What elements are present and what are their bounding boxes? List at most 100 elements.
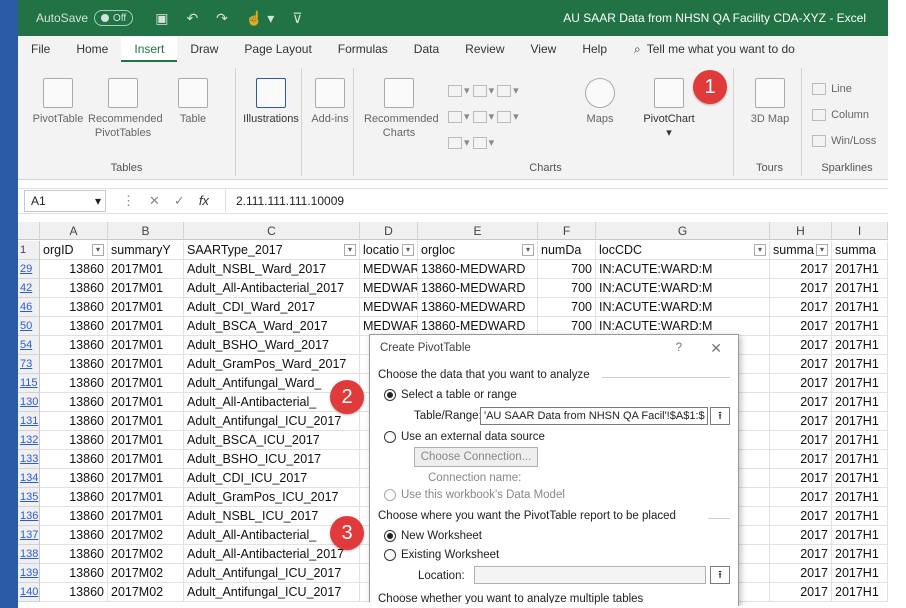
name-box[interactable]: A1 ▾ [24, 190, 106, 212]
maps-button[interactable]: Maps [580, 78, 620, 126]
table-cell[interactable]: 13860-MEDWARD [418, 260, 538, 279]
header-cell[interactable]: SAARType_2017 ▾ [184, 241, 360, 260]
column-header-b[interactable]: B [108, 222, 184, 240]
table-cell[interactable]: IN:ACUTE:WARD:M [596, 260, 770, 279]
table-cell[interactable]: 2017 [770, 431, 832, 450]
tab-data[interactable]: Data [401, 36, 452, 62]
table-cell[interactable]: 2017M01 [108, 469, 184, 488]
recommended-pivottables-button[interactable]: Recommended PivotTables [88, 78, 163, 140]
table-cell[interactable]: 700 [538, 260, 596, 279]
table-cell[interactable]: 13860 [40, 412, 108, 431]
location-input[interactable] [474, 566, 706, 584]
tab-draw[interactable]: Draw [177, 36, 231, 62]
tab-file[interactable]: File [18, 36, 63, 62]
illustrations-button[interactable]: Illustrations [242, 78, 300, 126]
table-cell[interactable]: 13860 [40, 450, 108, 469]
undo-icon[interactable]: ↶ [186, 10, 198, 27]
table-cell[interactable]: Adult_BSCA_Ward_2017 [184, 317, 360, 336]
line-chart-icon[interactable]: ▾ ▾ ▾ [448, 104, 568, 130]
table-cell[interactable]: 2017H1 [832, 564, 888, 583]
sparkline-winloss-button[interactable]: Win/Loss [812, 128, 892, 154]
table-cell[interactable]: 2017M01 [108, 393, 184, 412]
table-cell[interactable]: 2017 [770, 374, 832, 393]
table-cell[interactable]: 2017M01 [108, 412, 184, 431]
table-cell[interactable]: 2017H1 [832, 317, 888, 336]
table-cell[interactable]: Adult_Antifungal_ICU_2017 [184, 583, 360, 602]
table-cell[interactable]: 13860 [40, 260, 108, 279]
table-cell[interactable]: 13860 [40, 564, 108, 583]
tab-review[interactable]: Review [452, 36, 517, 62]
table-cell[interactable]: 700 [538, 298, 596, 317]
recommended-charts-button[interactable]: Recommended Charts [364, 78, 439, 140]
save-icon[interactable]: ▣ [155, 10, 168, 27]
table-cell[interactable]: Adult_BSHO_ICU_2017 [184, 450, 360, 469]
row-header[interactable]: 137 [18, 526, 40, 545]
table-cell[interactable]: 13860 [40, 583, 108, 602]
table-cell[interactable]: IN:ACUTE:WARD:M [596, 279, 770, 298]
row-header[interactable]: 136 [18, 507, 40, 526]
sparkline-column-button[interactable]: Column [812, 102, 892, 128]
header-cell[interactable]: locatio ▾ [360, 241, 418, 260]
table-cell[interactable]: 2017H1 [832, 526, 888, 545]
row-header[interactable]: 73 [18, 355, 40, 374]
column-header-g[interactable]: G [596, 222, 770, 240]
choose-connection-button[interactable]: Choose Connection... [414, 447, 538, 467]
table-cell[interactable]: 13860 [40, 355, 108, 374]
table-button[interactable]: Table [168, 78, 218, 126]
row-header[interactable]: 115 [18, 374, 40, 393]
select-all-corner[interactable] [18, 222, 40, 240]
table-cell[interactable]: MEDWARI [360, 298, 418, 317]
table-cell[interactable]: 2017M02 [108, 526, 184, 545]
column-header-d[interactable]: D [360, 222, 418, 240]
customize-qat-icon[interactable]: ⊽ [292, 10, 302, 27]
column-chart-icon[interactable]: ▾ ▾ ▾ [448, 78, 568, 104]
table-cell[interactable]: 2017H1 [832, 393, 888, 412]
table-cell[interactable]: 2017 [770, 355, 832, 374]
table-cell[interactable]: 13860 [40, 374, 108, 393]
row-header[interactable]: 46 [18, 298, 40, 317]
row-header[interactable]: 54 [18, 336, 40, 355]
table-cell[interactable]: 13860 [40, 279, 108, 298]
sparkline-line-button[interactable]: Line [812, 76, 892, 102]
table-cell[interactable]: 2017 [770, 317, 832, 336]
table-cell[interactable]: 2017H1 [832, 412, 888, 431]
table-cell[interactable]: 13860 [40, 469, 108, 488]
table-cell[interactable]: 2017 [770, 545, 832, 564]
table-range-input[interactable]: 'AU SAAR Data from NHSN QA Facil'!$A$1:$ [480, 407, 708, 425]
table-cell[interactable]: 2017H1 [832, 260, 888, 279]
select-table-radio[interactable]: Select a table or range [384, 389, 517, 401]
table-cell[interactable]: 2017 [770, 298, 832, 317]
column-header-i[interactable]: I [832, 222, 888, 240]
table-cell[interactable]: 13860-MEDWARD [418, 298, 538, 317]
table-cell[interactable]: 2017H1 [832, 279, 888, 298]
table-cell[interactable]: 2017H1 [832, 298, 888, 317]
table-cell[interactable]: 2017H1 [832, 431, 888, 450]
table-cell[interactable]: 2017 [770, 526, 832, 545]
table-cell[interactable]: 2017 [770, 279, 832, 298]
table-cell[interactable]: 2017H1 [832, 507, 888, 526]
table-cell[interactable]: Adult_Antifungal_ICU_2017 [184, 564, 360, 583]
table-cell[interactable]: 2017M01 [108, 507, 184, 526]
tab-home[interactable]: Home [63, 36, 121, 62]
help-icon[interactable]: ? [676, 335, 682, 361]
table-cell[interactable]: 2017 [770, 450, 832, 469]
table-cell[interactable]: 2017H1 [832, 336, 888, 355]
table-cell[interactable]: Adult_All-Antibacterial_2017 [184, 545, 360, 564]
table-cell[interactable]: 13860 [40, 298, 108, 317]
table-cell[interactable]: IN:ACUTE:WARD:M [596, 298, 770, 317]
row-header[interactable]: 138 [18, 545, 40, 564]
table-cell[interactable]: MEDWARI [360, 279, 418, 298]
table-cell[interactable]: 2017 [770, 564, 832, 583]
table-cell[interactable]: 2017M01 [108, 374, 184, 393]
row-header[interactable]: 140 [18, 583, 40, 602]
header-cell[interactable]: summaryY▾ [108, 241, 184, 260]
table-cell[interactable]: Adult_NSBL_Ward_2017 [184, 260, 360, 279]
table-cell[interactable]: 13860-MEDWARD [418, 279, 538, 298]
table-cell[interactable]: 2017M01 [108, 450, 184, 469]
table-cell[interactable]: 2017 [770, 260, 832, 279]
table-cell[interactable]: 13860 [40, 393, 108, 412]
table-cell[interactable]: 2017 [770, 393, 832, 412]
row-header[interactable]: 133 [18, 450, 40, 469]
table-cell[interactable]: 2017M01 [108, 336, 184, 355]
3d-map-button[interactable]: 3D Map [746, 78, 794, 126]
